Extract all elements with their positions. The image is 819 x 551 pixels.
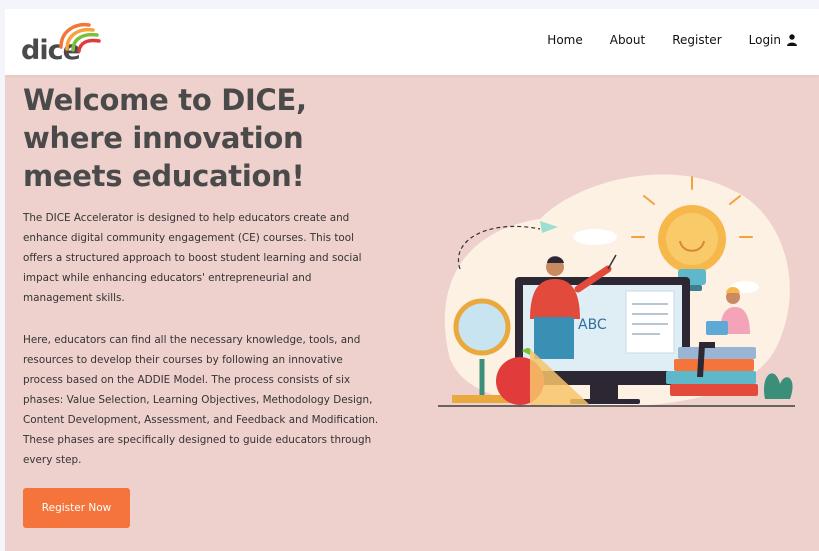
board-text: ABC (578, 317, 607, 333)
nav-home-link[interactable]: Home (547, 33, 582, 47)
page-frame: dice Home About Register Login Welcome t… (5, 9, 819, 551)
hero-intro-paragraph: The DICE Accelerator is designed to help… (23, 212, 362, 304)
user-icon (787, 34, 797, 46)
hero-title: Welcome to DICE, where innovation meets … (23, 83, 307, 193)
hero-details-paragraph: Here, educators can find all the necessa… (23, 334, 379, 466)
top-navbar: dice Home About Register Login (5, 9, 819, 75)
nav-register-link[interactable]: Register (672, 33, 721, 47)
nav-about-link[interactable]: About (610, 33, 645, 47)
logo-mark-icon (59, 22, 101, 53)
education-illustration: ABC (438, 174, 795, 408)
nav-login[interactable]: Login (749, 33, 797, 47)
nav-login-link[interactable]: Login (749, 33, 781, 47)
nav-links: Home About Register Login (520, 33, 797, 47)
dice-logo[interactable]: dice (21, 19, 111, 67)
register-now-button[interactable]: Register Now (23, 488, 130, 528)
